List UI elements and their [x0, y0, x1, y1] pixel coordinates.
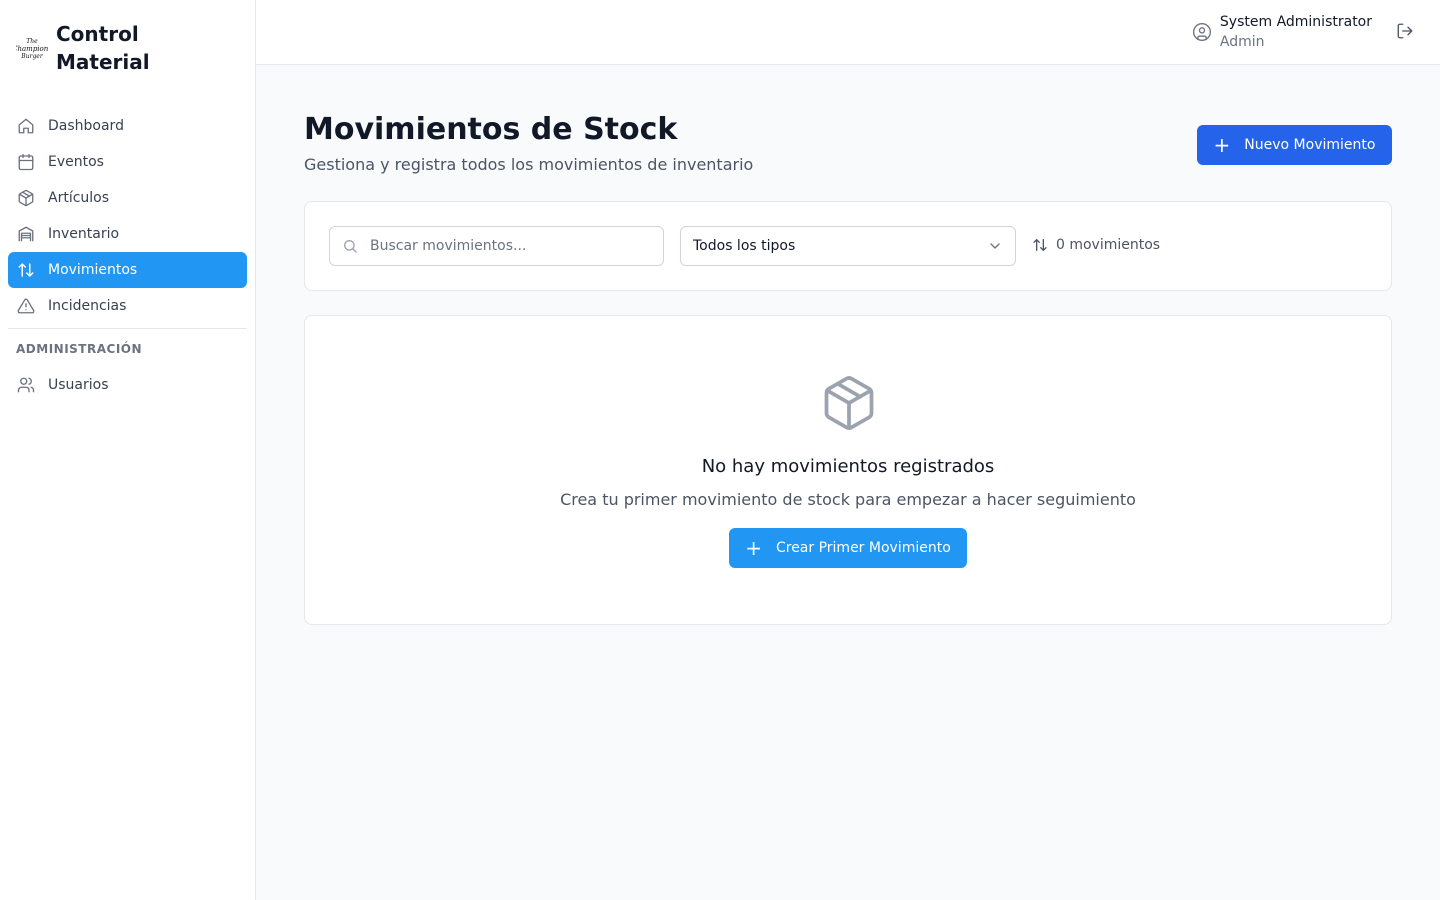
sidebar-nav: Dashboard Eventos Artículos Inventario M…	[8, 108, 247, 403]
sidebar-item-eventos[interactable]: Eventos	[8, 144, 247, 180]
new-movement-label: Nuevo Movimiento	[1244, 137, 1376, 153]
arrows-up-down-icon	[1032, 237, 1048, 253]
chevron-down-icon	[987, 238, 1003, 254]
type-select-value: Todos los tipos	[693, 238, 796, 254]
brand-logo: The Champions Burger	[16, 34, 48, 62]
brand[interactable]: The Champions Burger Control Material	[16, 20, 176, 76]
search-icon	[342, 238, 358, 254]
movement-count: 0 movimientos	[1032, 237, 1160, 253]
page-subtitle: Gestiona y registra todos los movimiento…	[304, 155, 754, 174]
page-title: Movimientos de Stock	[304, 112, 678, 147]
sidebar-item-movimientos[interactable]: Movimientos	[8, 252, 247, 288]
sidebar-item-incidencias[interactable]: Incidencias	[8, 288, 247, 324]
sidebar-item-label: Dashboard	[48, 118, 124, 134]
user-name: System Administrator	[1219, 14, 1372, 30]
svg-text:Champions: Champions	[16, 45, 48, 53]
users-icon	[16, 375, 36, 395]
plus-icon: +	[745, 536, 762, 560]
sidebar-item-articulos[interactable]: Artículos	[8, 180, 247, 216]
top-header: System Administrator Admin	[256, 0, 1440, 65]
sidebar-item-inventario[interactable]: Inventario	[8, 216, 247, 252]
sidebar-item-label: Movimientos	[48, 262, 138, 278]
sidebar-item-label: Usuarios	[48, 377, 109, 393]
logout-icon[interactable]	[1396, 22, 1414, 40]
svg-text:Burger: Burger	[20, 53, 44, 60]
new-movement-button[interactable]: + Nuevo Movimiento	[1197, 125, 1392, 165]
sidebar-item-usuarios[interactable]: Usuarios	[8, 367, 247, 403]
type-select[interactable]: Todos los tipos	[680, 226, 1016, 266]
svg-text:The: The	[26, 38, 38, 45]
calendar-icon	[16, 152, 36, 172]
sidebar-item-label: Eventos	[48, 154, 104, 170]
empty-state-card: No hay movimientos registrados Crea tu p…	[304, 315, 1392, 625]
section-label-administracion: Administración	[16, 342, 143, 356]
sidebar-item-dashboard[interactable]: Dashboard	[8, 108, 247, 144]
user-role: Admin	[1219, 34, 1265, 50]
search-input[interactable]	[370, 238, 640, 254]
empty-state-title: No hay movimientos registrados	[701, 456, 995, 477]
search-box[interactable]	[329, 226, 664, 266]
alert-triangle-icon	[16, 296, 36, 316]
package-icon	[16, 188, 36, 208]
sidebar-item-label: Artículos	[48, 190, 110, 206]
warehouse-icon	[16, 224, 36, 244]
brand-title: Control Material	[56, 22, 150, 74]
package-icon	[819, 373, 879, 433]
sidebar: The Champions Burger Control Material Da…	[0, 0, 256, 900]
home-icon	[16, 116, 36, 136]
plus-icon: +	[1213, 133, 1231, 157]
sidebar-item-label: Incidencias	[48, 298, 127, 314]
filters-card: Todos los tipos 0 movimientos	[304, 201, 1392, 291]
create-first-movement-label: Crear Primer Movimiento	[775, 540, 951, 556]
user-circle-icon	[1192, 22, 1212, 42]
movement-count-label: 0 movimientos	[1056, 237, 1161, 253]
empty-state-text: Crea tu primer movimiento de stock para …	[560, 490, 1136, 509]
arrows-up-down-icon	[16, 260, 36, 280]
user-info[interactable]: System Administrator Admin	[1192, 12, 1372, 52]
sidebar-item-label: Inventario	[48, 226, 120, 242]
create-first-movement-button[interactable]: + Crear Primer Movimiento	[729, 528, 967, 568]
